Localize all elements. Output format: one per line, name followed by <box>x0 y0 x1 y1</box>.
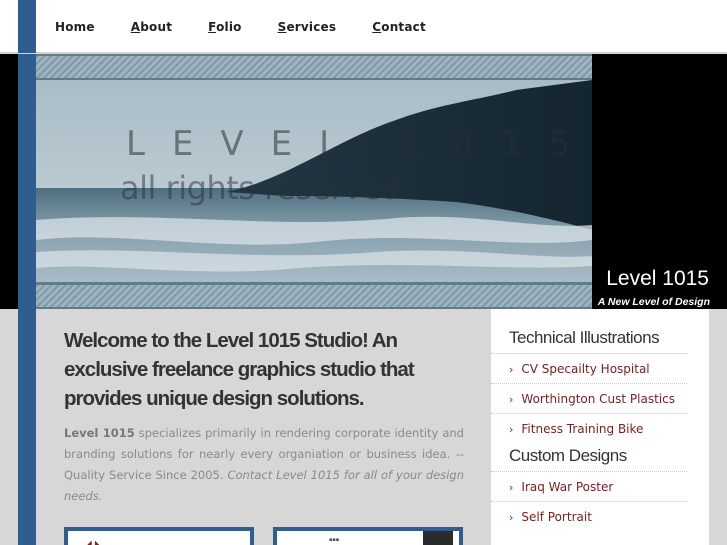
content-accent-stripe <box>18 309 36 545</box>
nav-services-link[interactable]: Services <box>278 20 337 34</box>
thumbnail-art-icon: ▪▪▪ <box>329 537 340 543</box>
nav-folio-link[interactable]: Folio <box>208 20 241 34</box>
chevron-right-icon: › <box>509 423 514 436</box>
chevron-right-icon: › <box>509 511 514 524</box>
sidebar-link-fitness-bike[interactable]: › Fitness Training Bike <box>491 414 687 444</box>
portfolio-thumbnail[interactable]: ◢ ◣ <box>64 527 254 545</box>
chevron-right-icon: › <box>509 393 514 406</box>
banner-hatch-bottom <box>36 285 592 307</box>
intro-paragraph: Level 1015 specializes primarily in rend… <box>64 423 464 507</box>
portfolio-thumbnail[interactable]: ▪▪▪ <box>273 527 463 545</box>
sidebar-heading-technical: Technical Illustrations <box>491 322 687 354</box>
sidebar-link-self-portrait[interactable]: › Self Portrait <box>491 502 687 532</box>
portfolio-thumbnails: ◢ ◣ ▪▪▪ <box>64 527 464 545</box>
sidebar: Technical Illustrations › CV Specailty Ho… <box>491 309 709 545</box>
top-nav-bar: Home About Folio Services Contact <box>0 0 727 53</box>
sidebar-link-cv-hospital[interactable]: › CV Specailty Hospital <box>491 354 687 384</box>
sidebar-heading-custom: Custom Designs <box>491 444 687 472</box>
nav-home-link[interactable]: Home <box>55 20 95 34</box>
chevron-right-icon: › <box>509 481 514 494</box>
technical-illustrations-list: › CV Specailty Hospital › Worthington Cust… <box>491 354 687 444</box>
chevron-right-icon: › <box>509 363 514 376</box>
banner-hatch-top <box>36 56 592 78</box>
custom-designs-list: › Iraq War Poster › Self Portrait <box>491 472 687 532</box>
nav-about-link[interactable]: About <box>131 20 172 34</box>
main-content: Welcome to the Level 1015 Studio! An exc… <box>64 326 464 507</box>
banner-watermark-rights: all rights reserved <box>120 169 401 207</box>
banner-photo: LEVEL 1015 all rights reserved <box>36 54 592 309</box>
sidebar-link-worthington[interactable]: › Worthington Cust Plastics <box>491 384 687 414</box>
header-banner: LEVEL 1015 all rights reserved Level 101… <box>0 54 727 309</box>
site-brand-name: Level 1015 <box>606 267 709 290</box>
main-nav: Home About Folio Services Contact <box>55 20 462 34</box>
nav-accent-stripe <box>18 0 36 53</box>
site-tagline: A New Level of Design <box>597 296 710 308</box>
nav-contact-link[interactable]: Contact <box>372 20 426 34</box>
thumbnail-art-icon: ◢ ◣ <box>84 539 103 545</box>
intro-company-name: Level 1015 <box>64 426 135 440</box>
thumbnail-dark-block <box>423 531 453 545</box>
banner-watermark-title: LEVEL 1015 <box>126 124 592 164</box>
welcome-headline: Welcome to the Level 1015 Studio! An exc… <box>64 329 415 410</box>
banner-accent-stripe <box>18 54 36 309</box>
sidebar-link-iraq-poster[interactable]: › Iraq War Poster <box>491 472 687 502</box>
